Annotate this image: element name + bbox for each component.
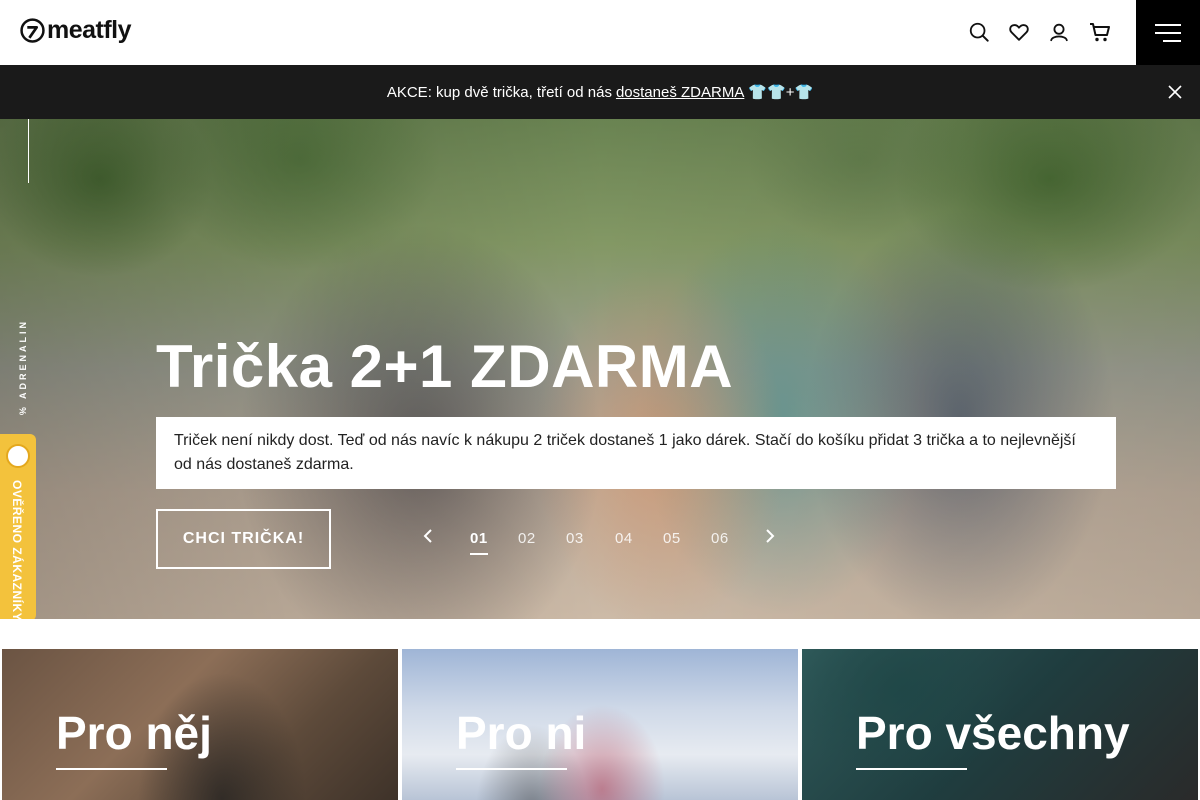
hero-slider: % ADRENALIN OVĚŘENO ZÁKAZNÍKY Trička 2+1…	[0, 119, 1200, 619]
promo-suffix: 👕👕+👕	[748, 84, 814, 101]
pager-item[interactable]: 04	[615, 530, 633, 547]
logo-mark-icon	[20, 18, 45, 43]
search-icon[interactable]	[967, 20, 991, 44]
category-card-everyone[interactable]: Pro všechny	[802, 649, 1198, 800]
verified-label: OVĚŘENO ZÁKAZNÍKY	[10, 480, 24, 619]
pager-item[interactable]: 06	[711, 530, 729, 547]
pager-item[interactable]: 02	[518, 530, 536, 547]
site-logo[interactable]: meatfly	[20, 16, 132, 44]
category-underline	[456, 768, 567, 770]
category-title: Pro něj	[56, 707, 212, 759]
category-card-her[interactable]: Pro ni	[402, 649, 798, 800]
close-icon[interactable]	[1164, 81, 1186, 103]
hero-description: Triček není nikdy dost. Teď od nás navíc…	[156, 417, 1116, 489]
verified-seal-icon	[6, 444, 30, 468]
promo-text: AKCE: kup dvě trička, třetí od nás	[386, 83, 612, 101]
logo-text: meatfly	[47, 16, 132, 44]
category-title: Pro ni	[456, 707, 587, 759]
cart-icon[interactable]	[1088, 20, 1112, 44]
pager-item[interactable]: 03	[566, 530, 584, 547]
pager-item[interactable]: 05	[663, 530, 681, 547]
chevron-left-icon[interactable]	[422, 528, 438, 544]
category-underline	[56, 768, 167, 770]
verified-badge[interactable]: OVĚŘENO ZÁKAZNÍKY	[0, 434, 36, 619]
menu-button[interactable]	[1136, 0, 1200, 65]
category-card-him[interactable]: Pro něj	[2, 649, 398, 800]
user-icon[interactable]	[1047, 20, 1071, 44]
chevron-right-icon[interactable]	[762, 528, 778, 544]
hero-title: Trička 2+1 ZDARMA	[156, 333, 734, 400]
hero-divider-line	[28, 119, 29, 183]
promo-link[interactable]: dostaneš ZDARMA	[616, 84, 744, 101]
category-title: Pro všechny	[856, 707, 1130, 759]
promo-bar: AKCE: kup dvě trička, třetí od nás dosta…	[0, 65, 1200, 119]
category-underline	[856, 768, 967, 770]
hero-cta-button[interactable]: CHCI TRIČKA!	[156, 509, 331, 569]
heart-icon[interactable]	[1007, 20, 1031, 44]
site-header: meatfly	[0, 0, 1200, 65]
slider-pager: 01 02 03 04 05 06	[420, 527, 780, 557]
menu-icon	[1155, 23, 1181, 42]
pager-item[interactable]: 01	[470, 530, 488, 555]
